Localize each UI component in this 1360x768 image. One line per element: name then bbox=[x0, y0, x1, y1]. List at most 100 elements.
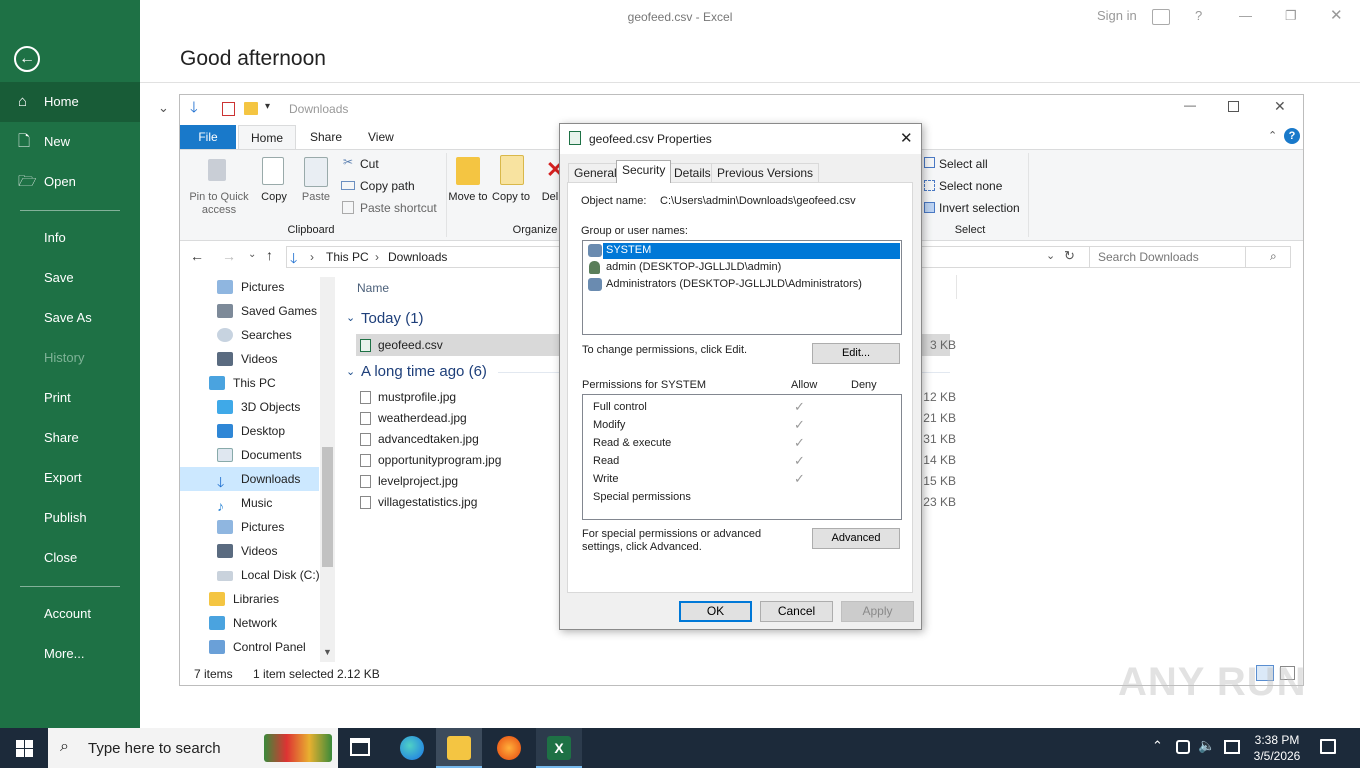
nav-open[interactable]: 🗁 Open bbox=[0, 162, 140, 202]
advanced-button[interactable]: Advanced bbox=[812, 528, 900, 549]
properties-icon[interactable] bbox=[222, 102, 235, 116]
paste-shortcut-button[interactable]: Paste shortcut bbox=[360, 201, 437, 215]
tab-general[interactable]: General bbox=[568, 163, 623, 182]
copy-path-button[interactable]: Copy path bbox=[360, 179, 415, 193]
restore-button[interactable]: ❐ bbox=[1285, 8, 1297, 24]
nav-account[interactable]: Account bbox=[0, 594, 140, 634]
user-admin[interactable]: admin (DESKTOP-JGLLJLD\admin) bbox=[606, 261, 781, 273]
nav-item-searches[interactable]: Searches bbox=[213, 323, 292, 347]
back-button[interactable]: ← bbox=[190, 248, 204, 264]
nav-item-3d-objects[interactable]: 3D Objects bbox=[213, 395, 300, 419]
notification-center-icon[interactable] bbox=[1320, 739, 1336, 754]
nav-publish[interactable]: Publish bbox=[0, 498, 140, 538]
new-folder-icon[interactable] bbox=[244, 102, 258, 115]
help-icon[interactable]: ? bbox=[1195, 8, 1202, 23]
task-view-icon[interactable] bbox=[350, 738, 370, 756]
ribbon-collapse-icon[interactable]: ⌃ bbox=[1268, 129, 1277, 142]
refresh-icon[interactable]: ↻ bbox=[1064, 248, 1075, 264]
nav-save[interactable]: Save bbox=[0, 258, 140, 298]
show-hidden-icons-chevron[interactable]: ⌃ bbox=[1152, 738, 1163, 754]
network-tray-icon[interactable] bbox=[1176, 740, 1190, 754]
breadcrumb-downloads[interactable]: Downloads bbox=[388, 250, 447, 264]
user-system[interactable]: SYSTEM bbox=[606, 244, 651, 256]
edge-browser-icon[interactable] bbox=[400, 736, 424, 760]
tab-security[interactable]: Security bbox=[616, 160, 672, 183]
explorer-minimize-button[interactable]: — bbox=[1184, 98, 1196, 112]
tab-file[interactable]: File bbox=[180, 125, 236, 149]
search-input[interactable]: Search Downloads bbox=[1098, 250, 1199, 264]
group-header-today[interactable]: Today (1) bbox=[361, 310, 424, 327]
nav-print[interactable]: Print bbox=[0, 378, 140, 418]
select-none-button[interactable]: Select none bbox=[939, 179, 1002, 193]
nav-item-control-panel[interactable]: Control Panel bbox=[205, 635, 306, 659]
nav-item-downloads[interactable]: 🡓 Downloads bbox=[213, 467, 300, 491]
copy-to-button[interactable]: Copy to bbox=[491, 191, 531, 204]
nav-item-local-disk[interactable]: Local Disk (C:) bbox=[213, 563, 320, 587]
taskbar-search-input[interactable]: Type here to search bbox=[88, 740, 221, 757]
edit-button[interactable]: Edit... bbox=[812, 343, 900, 364]
nav-item-videos-2[interactable]: Videos bbox=[213, 539, 277, 563]
minimize-button[interactable]: — bbox=[1239, 8, 1252, 23]
nav-new[interactable]: 🗋 New bbox=[0, 122, 140, 162]
nav-export[interactable]: Export bbox=[0, 458, 140, 498]
quick-access-dropdown-icon[interactable]: ▾ bbox=[265, 101, 270, 112]
nav-save-as[interactable]: Save As bbox=[0, 298, 140, 338]
nav-item-music[interactable]: ♪ Music bbox=[213, 491, 272, 515]
back-arrow-icon[interactable]: ← bbox=[14, 46, 40, 72]
nav-info[interactable]: Info bbox=[0, 218, 140, 258]
up-button[interactable]: ↑ bbox=[266, 247, 273, 263]
windows-start-icon[interactable] bbox=[16, 740, 33, 757]
explorer-close-button[interactable]: ✕ bbox=[1274, 98, 1286, 115]
explorer-maximize-button[interactable] bbox=[1228, 101, 1239, 112]
nav-item-desktop[interactable]: Desktop bbox=[213, 419, 285, 443]
nav-item-pictures[interactable]: Pictures bbox=[213, 275, 284, 299]
nav-home[interactable]: ⌂ Home bbox=[0, 82, 140, 122]
nav-item-documents[interactable]: Documents bbox=[213, 443, 302, 467]
nav-item-saved-games[interactable]: Saved Games bbox=[213, 299, 317, 323]
clock-date[interactable]: 3/5/2026 bbox=[1252, 749, 1302, 763]
firefox-icon[interactable] bbox=[497, 736, 521, 760]
group-collapse-icon[interactable]: ⌄ bbox=[346, 311, 355, 324]
close-button[interactable]: ✕ bbox=[1330, 6, 1343, 24]
excel-icon[interactable]: X bbox=[547, 736, 571, 760]
tab-share[interactable]: Share bbox=[298, 125, 354, 149]
copy-button[interactable]: Copy bbox=[254, 191, 294, 204]
clock-time[interactable]: 3:38 PM bbox=[1252, 733, 1302, 747]
move-to-button[interactable]: Move to bbox=[448, 191, 488, 204]
nav-scrollbar-thumb[interactable] bbox=[322, 447, 333, 567]
nav-item-libraries[interactable]: Libraries bbox=[205, 587, 279, 611]
input-indicator-icon[interactable] bbox=[1224, 740, 1240, 754]
column-header-name[interactable]: Name bbox=[357, 281, 389, 295]
nav-close[interactable]: Close bbox=[0, 538, 140, 578]
breadcrumb-this-pc[interactable]: This PC bbox=[326, 250, 369, 264]
ok-button[interactable]: OK bbox=[679, 601, 752, 622]
nav-item-videos[interactable]: Videos bbox=[213, 347, 277, 371]
group-collapse-icon[interactable]: ⌄ bbox=[346, 365, 355, 378]
nav-item-pictures-2[interactable]: Pictures bbox=[213, 515, 284, 539]
tab-home[interactable]: Home bbox=[238, 125, 297, 149]
delete-button[interactable]: Del bbox=[540, 191, 560, 204]
address-dropdown-icon[interactable]: ⌄ bbox=[1046, 249, 1055, 262]
pin-quick-access-button[interactable]: Pin to Quick access bbox=[184, 191, 254, 217]
help-icon[interactable]: ? bbox=[1284, 128, 1300, 144]
group-header-old[interactable]: A long time ago (6) bbox=[361, 363, 487, 380]
paste-button[interactable]: Paste bbox=[296, 191, 336, 204]
nav-item-network[interactable]: Network bbox=[205, 611, 277, 635]
user-administrators[interactable]: Administrators (DESKTOP-JGLLJLD\Administ… bbox=[606, 278, 862, 290]
dialog-close-button[interactable]: ✕ bbox=[900, 129, 913, 147]
feedback-icon[interactable] bbox=[1152, 9, 1170, 25]
nav-more[interactable]: More... bbox=[0, 634, 140, 674]
file-explorer-icon[interactable] bbox=[447, 736, 471, 760]
tab-view[interactable]: View bbox=[356, 125, 406, 149]
select-all-button[interactable]: Select all bbox=[939, 157, 988, 171]
cut-button[interactable]: Cut bbox=[360, 157, 379, 171]
scroll-down-icon[interactable]: ▼ bbox=[323, 647, 332, 657]
forward-button[interactable]: → bbox=[222, 248, 236, 264]
nav-share[interactable]: Share bbox=[0, 418, 140, 458]
collapse-chevron-icon[interactable]: ⌄ bbox=[158, 100, 169, 116]
volume-icon[interactable]: 🔈 bbox=[1198, 737, 1215, 754]
tab-details[interactable]: Details bbox=[668, 163, 717, 182]
recent-locations-icon[interactable]: ⌄ bbox=[248, 249, 256, 260]
invert-selection-button[interactable]: Invert selection bbox=[939, 201, 1020, 215]
nav-item-this-pc[interactable]: This PC bbox=[205, 371, 276, 395]
